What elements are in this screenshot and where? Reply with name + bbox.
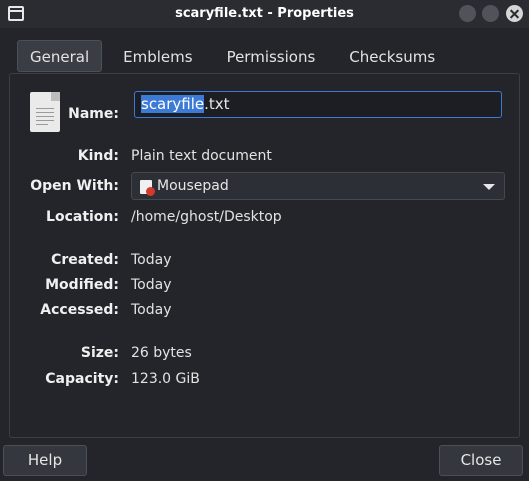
kind-value: Plain text document [131, 148, 272, 164]
close-window-button[interactable] [506, 5, 523, 22]
accessed-label: Accessed: [40, 302, 119, 318]
accessed-value: Today [131, 302, 172, 318]
name-selected-text: scaryfile [141, 95, 205, 113]
maximize-button[interactable] [482, 5, 499, 22]
open-with-value: Mousepad [157, 178, 229, 194]
location-value: /home/ghost/Desktop [131, 209, 282, 225]
tab-emblems[interactable]: Emblems [110, 40, 205, 72]
open-with-label: Open With: [30, 178, 119, 194]
modified-value: Today [131, 277, 172, 293]
location-label: Location: [46, 209, 119, 225]
name-label: Name: [68, 106, 119, 122]
tab-permissions[interactable]: Permissions [214, 40, 329, 72]
created-value: Today [131, 252, 172, 268]
minimize-button[interactable] [459, 5, 476, 22]
tab-general[interactable]: General [17, 40, 103, 72]
size-label: Size: [80, 345, 119, 361]
mousepad-icon [140, 180, 155, 196]
kind-label: Kind: [77, 148, 119, 164]
title-bar: scaryfile.txt - Properties [0, 0, 529, 28]
tab-bar: General Emblems Permissions Checksums [17, 40, 456, 72]
close-button[interactable]: Close [439, 445, 523, 476]
chevron-down-icon [483, 184, 495, 190]
capacity-value: 123.0 GiB [131, 371, 200, 387]
open-with-dropdown[interactable]: Mousepad [131, 172, 505, 200]
name-rest-text: .txt [204, 95, 230, 113]
size-value: 26 bytes [131, 345, 192, 361]
created-label: Created: [51, 252, 119, 268]
text-file-icon [30, 92, 60, 132]
name-input[interactable]: scaryfile.txt [134, 91, 502, 118]
capacity-label: Capacity: [45, 371, 119, 387]
window-title: scaryfile.txt - Properties [175, 6, 354, 21]
help-button[interactable]: Help [3, 445, 87, 476]
tab-checksums[interactable]: Checksums [336, 40, 448, 72]
modified-label: Modified: [45, 277, 119, 293]
